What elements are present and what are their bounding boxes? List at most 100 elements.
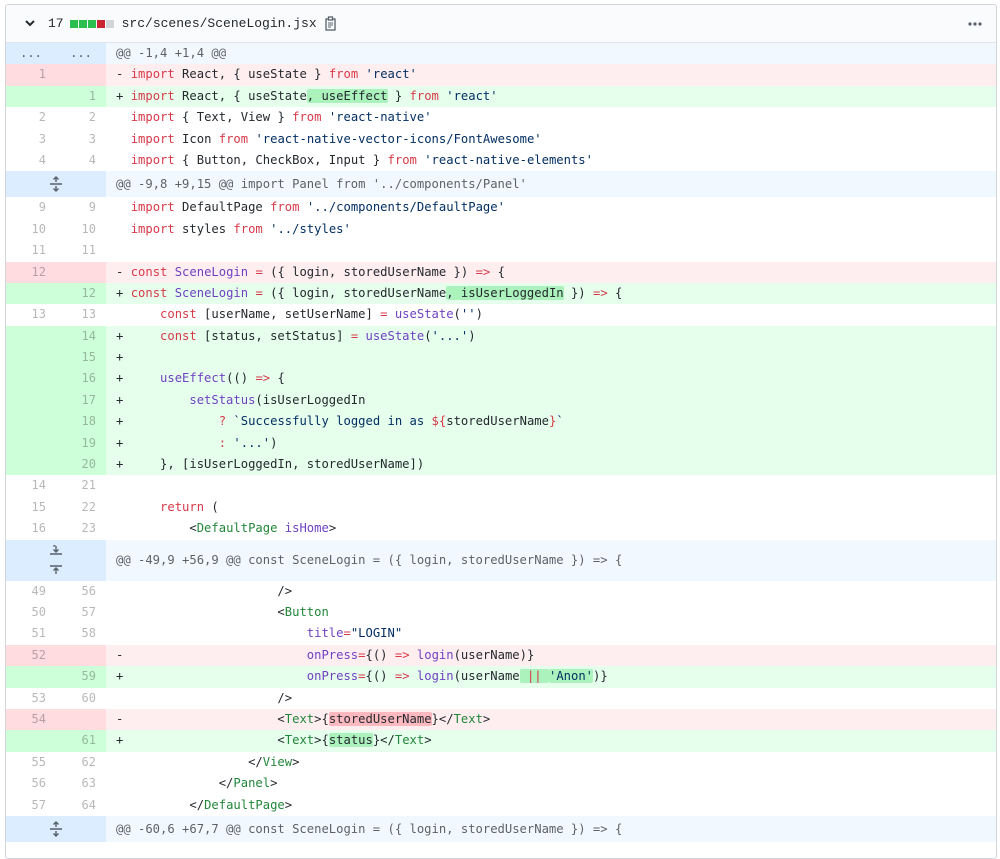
code-token: '...' xyxy=(431,328,469,343)
old-line-number[interactable]: 53 xyxy=(6,687,56,709)
new-line-number[interactable]: 3 xyxy=(56,128,106,150)
new-line-number[interactable] xyxy=(56,644,106,667)
code-token: => xyxy=(592,285,608,300)
old-line-number[interactable]: 14 xyxy=(6,475,56,497)
old-line-number[interactable]: 16 xyxy=(6,518,56,540)
new-line-number[interactable]: 14 xyxy=(56,325,106,348)
old-line-number[interactable]: 2 xyxy=(6,107,56,129)
old-line-number[interactable]: 52 xyxy=(6,644,56,667)
new-line-number[interactable]: 21 xyxy=(56,475,106,497)
old-line-number[interactable] xyxy=(6,730,56,752)
new-line-number[interactable]: 2 xyxy=(56,107,106,129)
old-line-number[interactable] xyxy=(6,282,56,305)
new-line-number[interactable]: 56 xyxy=(56,580,106,602)
new-line-number[interactable]: 11 xyxy=(56,240,106,262)
expand-icon[interactable] xyxy=(6,815,106,842)
diff-row: 57 64 </DefaultPage> xyxy=(6,794,996,816)
new-line-number[interactable] xyxy=(56,708,106,731)
diffstat-block xyxy=(78,19,87,28)
new-line-number[interactable]: 61 xyxy=(56,730,106,752)
code-line: - onPress={() => login(userName)} xyxy=(106,644,996,667)
old-line-number[interactable] xyxy=(6,389,56,412)
code-token: Panel xyxy=(233,776,271,791)
code-token: => xyxy=(475,264,491,279)
new-line-number[interactable]: 13 xyxy=(56,304,106,326)
code-token: + xyxy=(116,435,219,450)
old-line-number[interactable]: 12 xyxy=(6,261,56,283)
old-line-number[interactable] xyxy=(6,454,56,476)
code-token: , isUserLoggedIn xyxy=(446,285,564,300)
old-line-number[interactable] xyxy=(6,347,56,369)
new-line-number[interactable]: 12 xyxy=(56,282,106,305)
chevron-down-icon[interactable] xyxy=(22,20,38,27)
old-line-number[interactable] xyxy=(6,411,56,433)
new-line-number[interactable]: 15 xyxy=(56,347,106,369)
old-line-number[interactable]: 50 xyxy=(6,601,56,624)
new-line-number[interactable]: 17 xyxy=(56,389,106,412)
expand-icon[interactable] xyxy=(6,539,106,581)
new-line-number[interactable]: 57 xyxy=(56,601,106,624)
code-token: '' xyxy=(460,307,476,322)
new-line-number[interactable]: 60 xyxy=(56,687,106,709)
new-line-number[interactable] xyxy=(56,261,106,283)
new-line-number[interactable]: 1 xyxy=(56,85,106,108)
new-line-number[interactable]: 10 xyxy=(56,218,106,241)
expand-dots[interactable]: ... xyxy=(56,43,106,65)
old-line-number[interactable]: 3 xyxy=(6,128,56,150)
old-line-number[interactable] xyxy=(6,666,56,688)
new-line-number[interactable]: 64 xyxy=(56,794,106,816)
code-token: || xyxy=(519,669,549,684)
old-line-number[interactable]: 54 xyxy=(6,708,56,731)
expand-icon[interactable] xyxy=(6,171,106,198)
new-line-number[interactable]: 18 xyxy=(56,411,106,433)
code-token: + xyxy=(116,285,131,300)
new-line-number[interactable]: 62 xyxy=(56,751,106,774)
old-line-number[interactable]: 1 xyxy=(6,64,56,86)
new-line-number[interactable]: 59 xyxy=(56,666,106,688)
code-token: import xyxy=(130,221,175,236)
new-line-number[interactable]: 20 xyxy=(56,454,106,476)
old-line-number[interactable]: 15 xyxy=(6,496,56,519)
file-path[interactable]: src/scenes/SceneLogin.jsx xyxy=(122,16,317,31)
new-line-number[interactable]: 9 xyxy=(56,197,106,219)
new-line-number[interactable]: 58 xyxy=(56,623,106,645)
old-line-number[interactable] xyxy=(6,432,56,455)
code-token: + xyxy=(116,328,161,343)
code-token: return xyxy=(160,499,205,514)
diff-row: 4 4 import { Button, CheckBox, Input } f… xyxy=(6,149,996,172)
old-line-number[interactable]: 51 xyxy=(6,623,56,645)
old-line-number[interactable] xyxy=(6,368,56,390)
code-line: </DefaultPage> xyxy=(106,795,996,816)
new-line-number[interactable]: 23 xyxy=(56,518,106,540)
old-line-number[interactable]: 11 xyxy=(6,240,56,262)
old-line-number[interactable]: 10 xyxy=(6,218,56,241)
old-line-number[interactable]: 55 xyxy=(6,751,56,774)
clipboard-icon[interactable] xyxy=(325,16,338,31)
hunk-header-row: ... ... @@ -1,4 +1,4 @@ xyxy=(6,43,996,65)
old-line-number[interactable] xyxy=(6,85,56,108)
old-line-number[interactable]: 49 xyxy=(6,580,56,602)
code-token: login xyxy=(416,669,454,684)
new-line-number[interactable]: 63 xyxy=(56,773,106,795)
expand-dots[interactable]: ... xyxy=(6,43,56,65)
kebab-menu-icon[interactable] xyxy=(964,21,986,26)
old-line-number[interactable]: 13 xyxy=(6,304,56,326)
old-line-number[interactable]: 57 xyxy=(6,794,56,816)
old-line-number[interactable] xyxy=(6,325,56,348)
new-line-number[interactable] xyxy=(56,64,106,86)
old-line-number[interactable]: 9 xyxy=(6,197,56,219)
old-line-number[interactable]: 4 xyxy=(6,149,56,172)
code-token: Text xyxy=(284,733,315,748)
new-line-number[interactable]: 4 xyxy=(56,149,106,172)
diff-row: 10 10 import styles from '../styles' xyxy=(6,218,996,241)
old-line-number[interactable]: 56 xyxy=(6,773,56,795)
new-line-number[interactable]: 16 xyxy=(56,368,106,390)
code-token: </ xyxy=(116,797,205,812)
new-line-number[interactable]: 19 xyxy=(56,432,106,455)
code-token: SceneLogin xyxy=(174,285,249,300)
new-line-number[interactable]: 22 xyxy=(56,496,106,519)
